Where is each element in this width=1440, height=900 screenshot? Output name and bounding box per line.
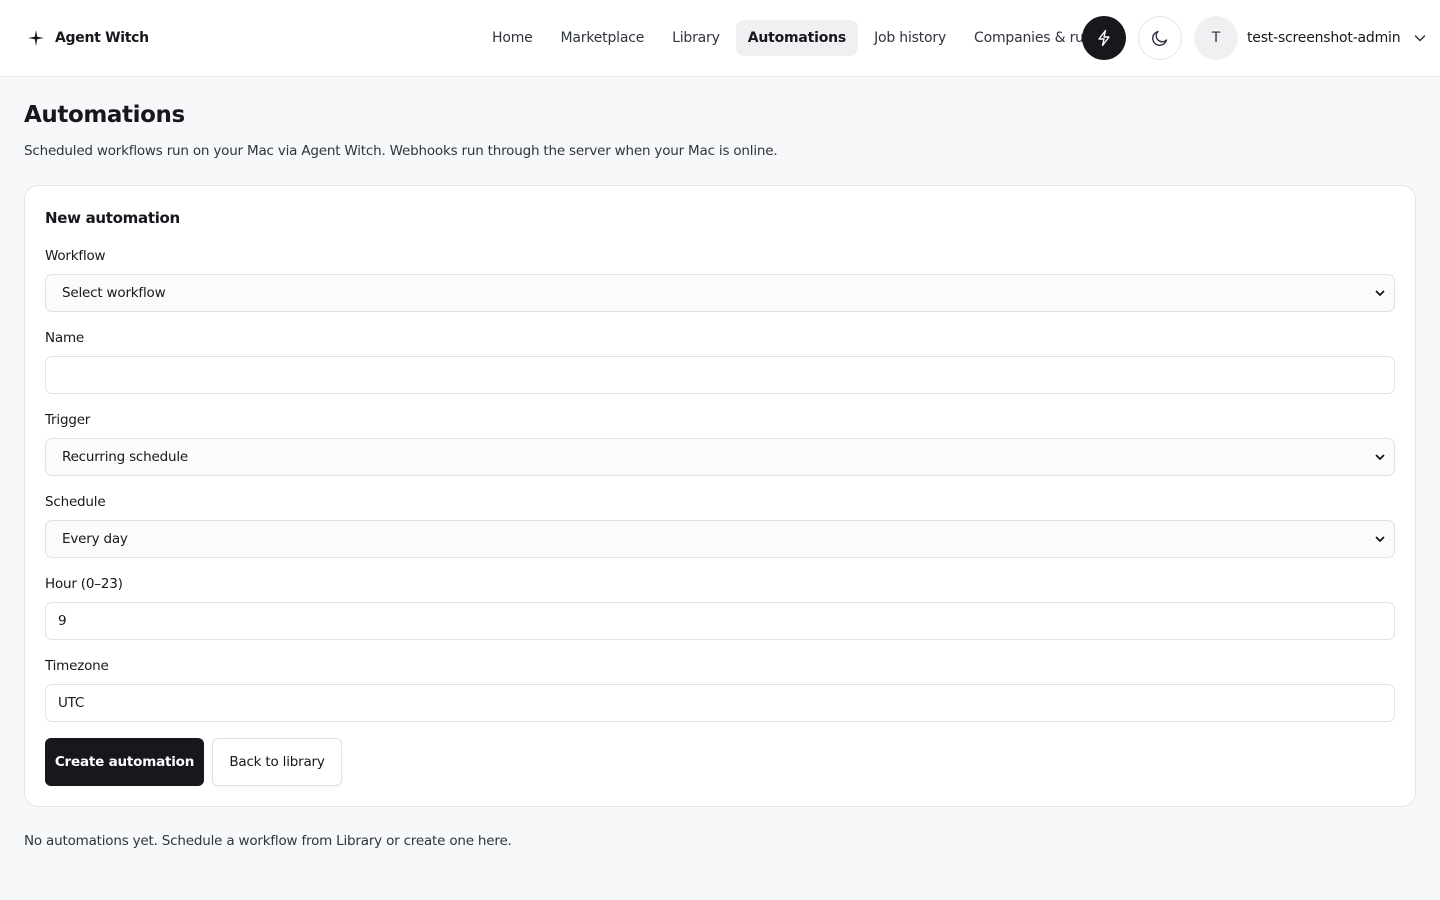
main-nav: Home Marketplace Library Automations Job… — [480, 20, 1115, 56]
name-input[interactable] — [45, 356, 1395, 394]
card-title: New automation — [45, 209, 180, 227]
brand-name: Agent Witch — [55, 30, 149, 46]
trigger-select[interactable]: Recurring schedule — [45, 438, 1395, 476]
theme-toggle-button[interactable] — [1138, 16, 1182, 60]
user-name: test-screenshot-admin — [1247, 30, 1401, 46]
nav-item-automations[interactable]: Automations — [735, 20, 859, 56]
hour-input-value: 9 — [58, 613, 67, 629]
moon-icon — [1151, 29, 1169, 47]
quick-action-button[interactable] — [1082, 16, 1126, 60]
create-automation-button[interactable]: Create automation — [45, 738, 204, 786]
lightning-bolt-icon — [1095, 29, 1113, 47]
avatar: T — [1194, 16, 1238, 60]
new-automation-card: New automation Workflow Select workflow … — [24, 185, 1416, 807]
nav-item-marketplace[interactable]: Marketplace — [549, 20, 657, 56]
back-to-library-button[interactable]: Back to library — [212, 738, 342, 786]
timezone-label: Timezone — [45, 658, 109, 674]
top-navigation-bar: Agent Witch Home Marketplace Library Aut… — [0, 0, 1440, 77]
empty-state-message: No automations yet. Schedule a workflow … — [24, 833, 512, 849]
name-label: Name — [45, 330, 85, 346]
page-title: Automations — [24, 102, 185, 128]
sparkle-icon — [26, 28, 46, 48]
page-subtitle: Scheduled workflows run on your Mac via … — [24, 143, 778, 159]
timezone-input-value: UTC — [58, 695, 85, 711]
workflow-select[interactable]: Select workflow — [45, 274, 1395, 312]
chevron-down-icon — [1374, 533, 1386, 545]
chevron-down-icon — [1374, 451, 1386, 463]
nav-item-job-history[interactable]: Job history — [862, 20, 958, 56]
schedule-select-value: Every day — [62, 531, 128, 547]
workflow-select-value: Select workflow — [62, 285, 166, 301]
user-menu[interactable]: T test-screenshot-admin — [1194, 16, 1427, 60]
chevron-down-icon — [1374, 287, 1386, 299]
nav-item-library[interactable]: Library — [660, 20, 732, 56]
trigger-label: Trigger — [45, 412, 91, 428]
workflow-label: Workflow — [45, 248, 106, 264]
timezone-input[interactable]: UTC — [45, 684, 1395, 722]
schedule-label: Schedule — [45, 494, 106, 510]
schedule-select[interactable]: Every day — [45, 520, 1395, 558]
brand-logo[interactable]: Agent Witch — [26, 27, 149, 49]
chevron-down-icon — [1413, 31, 1427, 45]
hour-label: Hour (0–23) — [45, 576, 123, 592]
hour-input[interactable]: 9 — [45, 602, 1395, 640]
trigger-select-value: Recurring schedule — [62, 449, 188, 465]
nav-item-home[interactable]: Home — [480, 20, 545, 56]
